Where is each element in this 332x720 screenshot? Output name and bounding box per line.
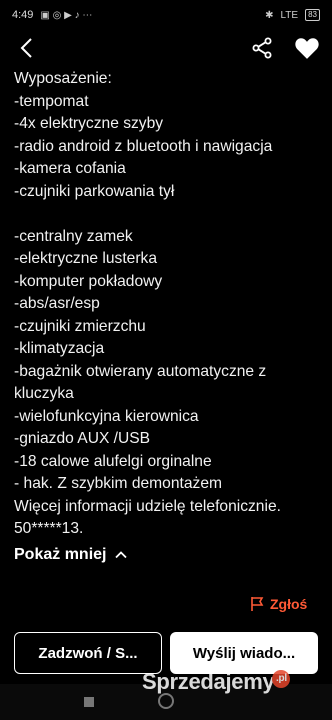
notification-icons: ▣ ◎ ▶ ♪ ⋯ (40, 9, 93, 21)
report-link[interactable]: Zgłoś (250, 596, 307, 612)
battery-indicator: 83 (305, 9, 320, 21)
description-line: -elektryczne lusterka (14, 250, 157, 267)
flag-icon (251, 597, 264, 611)
description-line: -4x elektryczne szyby (14, 115, 164, 132)
description-line: -18 calowe alufelgi orginalne (14, 452, 212, 470)
home-icon[interactable] (158, 693, 174, 709)
description-line (14, 203, 324, 226)
chevron-up-icon (115, 551, 128, 559)
watermark-logo: Sprzedajemy .pl (142, 669, 291, 695)
description-line: - hak. Z szybkim demontażem (14, 475, 222, 492)
description-line: -bagażnik otwierany automatyczne z (14, 362, 267, 380)
description-line: -klimatyzacja (14, 340, 105, 357)
back-arrow-icon[interactable] (16, 36, 40, 60)
description-line: -radio android z bluetooth i nawigacja (14, 137, 273, 155)
description-line: -centralny zamek (14, 227, 133, 245)
status-bar: 4:49 ▣ ◎ ▶ ♪ ⋯ ✱ LTE 83 (0, 0, 332, 30)
network-label: LTE (280, 9, 299, 21)
report-label: Zgłoś (270, 596, 308, 612)
recent-apps-icon[interactable] (84, 697, 94, 707)
show-less-label: Pokaż mniej (14, 546, 107, 563)
description-line: -kamera cofania (14, 160, 126, 177)
description-line: -wielofunkcyjna kierownica (14, 407, 199, 425)
description-line: Więcej informacji udzielę telefonicznie. (14, 497, 281, 515)
description-line: -czujniki zmierzchu (14, 317, 146, 335)
description-line: -tempomat (14, 92, 89, 110)
heart-icon[interactable] (294, 36, 320, 60)
description-line: 50*****13. (14, 520, 84, 537)
description-line: kluczyka (14, 385, 74, 402)
description-line: -czujniki parkowania tył (14, 182, 175, 200)
description-line: Wyposażenie: (14, 70, 112, 87)
call-button[interactable]: Zadzwoń / S... (14, 632, 162, 674)
share-icon[interactable] (250, 36, 274, 60)
show-less-button[interactable]: Pokaż mniej (14, 546, 128, 564)
description-line: -gniazdo AUX /USB (14, 430, 151, 447)
status-time: 4:49 (12, 9, 34, 21)
description-line: -komputer pokładowy (14, 272, 163, 290)
listing-description: Wyposażenie: -tempomat -4x elektryczne szy… (14, 68, 324, 541)
bluetooth-icon: ✱ (265, 9, 274, 21)
top-app-bar (0, 30, 332, 68)
description-line: -abs/asr/esp (14, 295, 100, 312)
send-message-button[interactable]: Wyślij wiado... (170, 632, 318, 674)
